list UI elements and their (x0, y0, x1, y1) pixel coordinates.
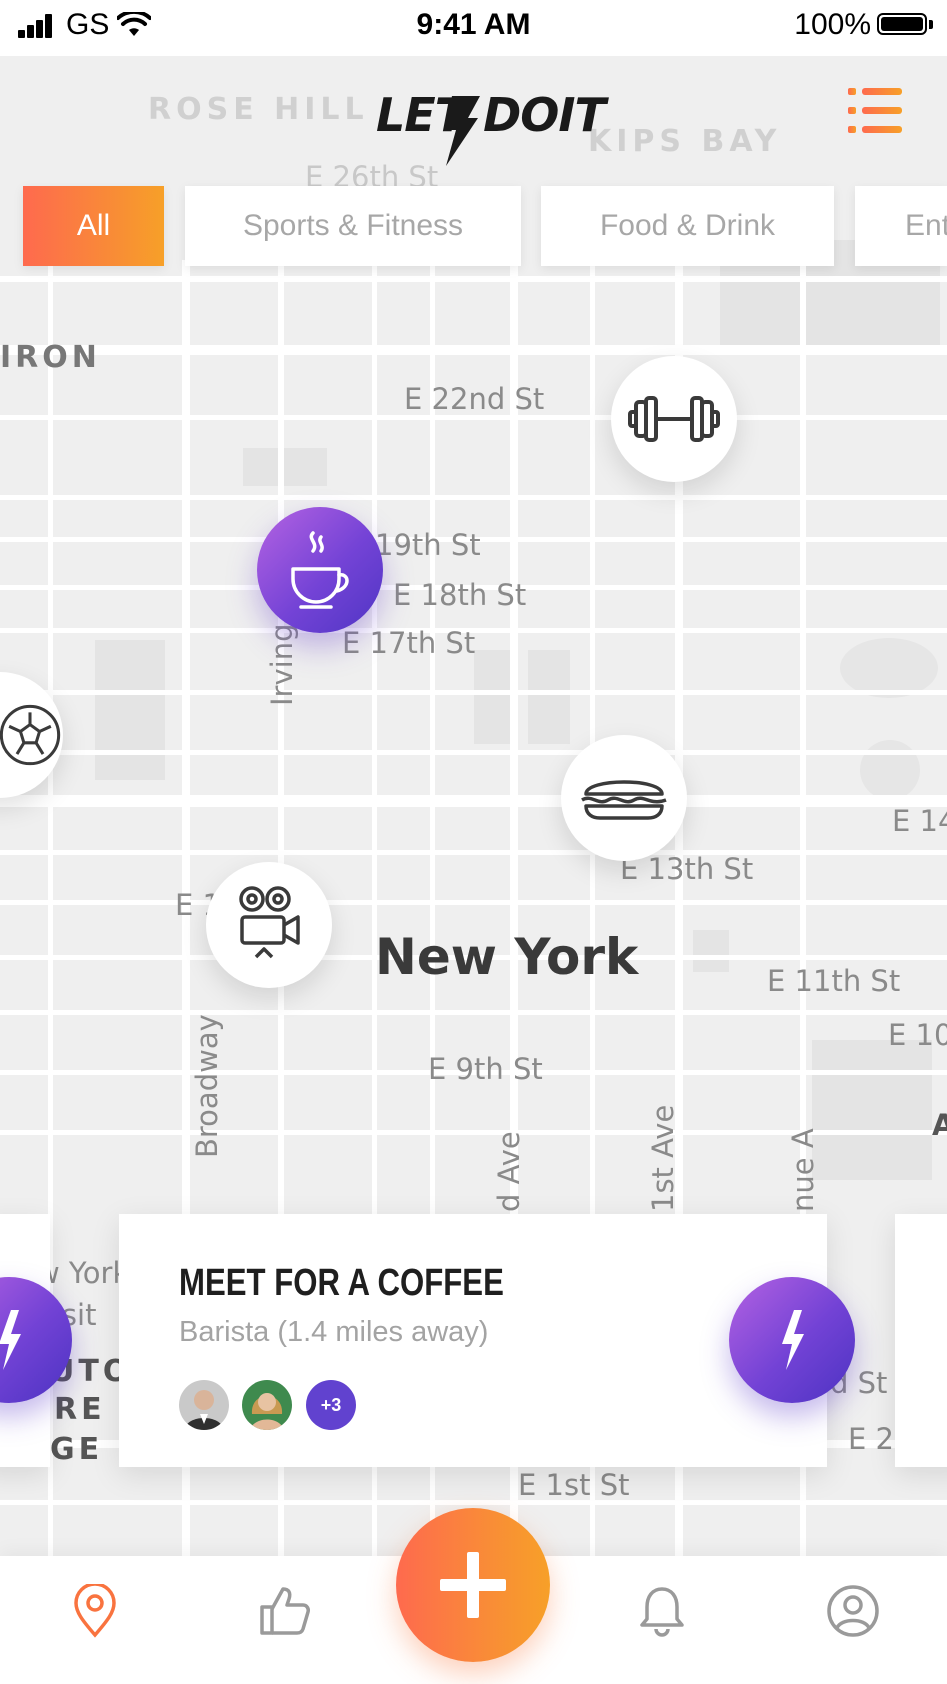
list-menu-button[interactable] (848, 86, 904, 136)
more-attendees-badge[interactable]: +3 (306, 1380, 356, 1430)
filter-chip-label: All (76, 209, 111, 242)
map-block (528, 650, 570, 744)
attendee-avatar[interactable] (179, 1380, 229, 1430)
filter-chip-label: Food & Drink (599, 209, 776, 242)
map-block (693, 930, 729, 972)
logo-wordmark: LET DOIT (376, 88, 606, 142)
map-label-1st-ave: 1st Ave (646, 1104, 680, 1212)
sandwich-icon (581, 780, 667, 820)
plus-icon (440, 1552, 506, 1618)
filter-chip-label: Sports & Fitness (242, 209, 464, 242)
list-menu-icon (848, 88, 902, 133)
map-label-broadway: Broadway (190, 1014, 224, 1158)
map-label-e1st: E 1st St (518, 1468, 630, 1502)
app-screen: ROSE HILL KIPS BAY E 26th St IRON E 22nd… (0, 0, 947, 1684)
movie-camera-icon (239, 886, 300, 959)
event-card[interactable]: MEET FOR A COFFEE Barista (1.4 miles awa… (119, 1214, 827, 1467)
map-marker-coffee[interactable] (257, 507, 383, 633)
map-label-city: New York (375, 928, 639, 986)
map-marker-movie[interactable] (206, 862, 332, 988)
map-label-a: A (932, 1108, 947, 1142)
create-event-button[interactable] (396, 1508, 550, 1662)
nav-profile-tab[interactable] (818, 1576, 888, 1646)
attendee-avatar[interactable] (242, 1380, 292, 1430)
status-bar: GS 9:41 AM 100% (0, 0, 947, 56)
map-pin-icon (74, 1584, 116, 1638)
map-pond (860, 740, 920, 800)
map-label-e22: E 22nd St (404, 382, 545, 416)
map-label-iron: IRON (0, 340, 101, 375)
map-label-ge: GE (50, 1432, 104, 1467)
app-logo: LET DOIT (376, 82, 606, 166)
soccer-ball-icon (0, 704, 61, 766)
filter-chip-sports-fitness[interactable]: Sports & Fitness (185, 186, 521, 266)
nav-notifications-tab[interactable] (627, 1576, 697, 1646)
category-filter-bar: All Sports & Fitness Food & Drink Ent (0, 186, 947, 268)
map-label-d-ave: d Ave (492, 1131, 526, 1212)
map-pond (840, 638, 938, 698)
map-label-rose-hill: ROSE HILL (148, 92, 369, 127)
map-label-re: RE (54, 1392, 106, 1427)
filter-chip-all[interactable]: All (23, 186, 164, 266)
lightning-bolt-icon (782, 1310, 804, 1370)
map-block (95, 640, 165, 780)
filter-chip-label: Ent (905, 209, 947, 242)
map-label-e18: E 18th St (393, 578, 527, 612)
map-block (812, 1040, 932, 1180)
dumbbell-icon (628, 396, 720, 442)
map-marker-food[interactable] (561, 735, 687, 861)
coffee-cup-icon (291, 531, 349, 609)
filter-chip-entertainment[interactable]: Ent (855, 186, 947, 266)
map-marker-fitness[interactable] (611, 356, 737, 482)
map-label-e17: E 17th St (342, 626, 476, 660)
map-label-e11: E 11th St (767, 964, 901, 998)
map-label-e9: E 9th St (428, 1052, 543, 1086)
bell-icon (640, 1587, 684, 1637)
battery-icon (877, 13, 935, 39)
map-label-e14: E 14 (892, 804, 947, 838)
user-profile-icon (827, 1585, 879, 1637)
lightning-bolt-icon (0, 1310, 21, 1370)
battery-percentage: 100% (794, 8, 871, 41)
map-label-e10: E 10 (888, 1018, 947, 1052)
map-label-kips-bay: KIPS BAY (588, 124, 782, 159)
nav-likes-tab[interactable] (250, 1576, 320, 1646)
map-label-e19: 19th St (375, 528, 481, 562)
join-event-button[interactable] (729, 1277, 855, 1403)
map-label-e2: E 2 (848, 1422, 894, 1456)
event-location: Barista (1.4 miles away) (179, 1316, 489, 1348)
map-block (474, 650, 514, 744)
nav-map-tab[interactable] (60, 1576, 130, 1646)
logo-text-right: DOIT (483, 88, 606, 142)
map-label-irving: Irving (265, 623, 299, 706)
map-label-nue-a: nue A (786, 1128, 820, 1212)
map-block (243, 448, 327, 486)
event-card-next[interactable] (895, 1214, 947, 1467)
logo-bolt-icon (444, 96, 480, 166)
thumbs-up-icon (260, 1587, 310, 1635)
filter-chip-food-drink[interactable]: Food & Drink (541, 186, 834, 266)
event-title: MEET FOR A COFFEE (179, 1262, 504, 1304)
